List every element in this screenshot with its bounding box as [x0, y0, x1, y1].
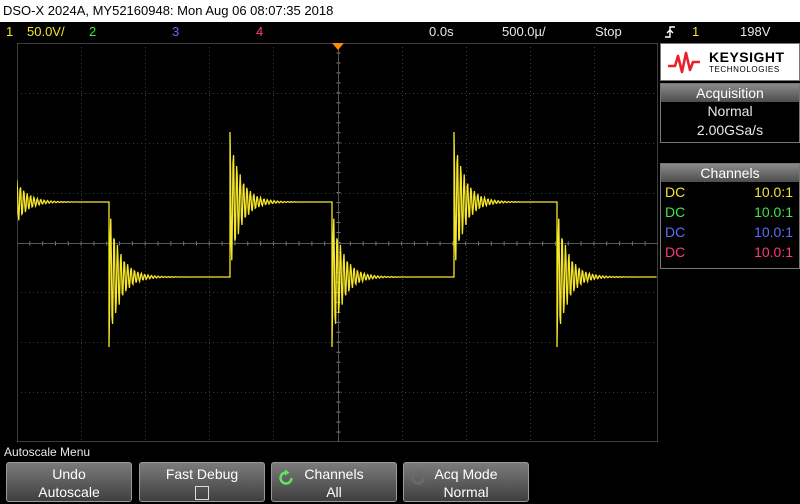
channels-selector-button[interactable]: Channels All [271, 462, 397, 502]
brand-name: KEYSIGHT [709, 49, 785, 65]
keysight-wave-icon [668, 51, 700, 74]
channels-panel: Channels DC 10.0:1 DC 10.0:1 DC 10.0:1 D… [660, 163, 800, 269]
menu-title: Autoscale Menu [0, 444, 800, 461]
channel-3-coupling: DC [665, 224, 686, 240]
window-title-bar: DSO-X 2024A, MY52160948: Mon Aug 06 08:0… [0, 0, 800, 22]
softkey-3-line1: Channels [304, 466, 364, 482]
time-scale[interactable]: 500.0µ/ [502, 22, 546, 42]
time-delay[interactable]: 0.0s [429, 22, 454, 42]
brand-logo: KEYSIGHT TECHNOLOGIES [660, 43, 800, 81]
acquisition-header: Acquisition [661, 84, 799, 102]
channel-1-probe-ratio: 10.0:1 [754, 184, 793, 200]
channel-4-row: DC 10.0:1 [661, 242, 799, 262]
fast-debug-checkbox[interactable] [195, 486, 209, 500]
window-title: DSO-X 2024A, MY52160948: Mon Aug 06 08:0… [3, 3, 334, 18]
softkey-4-line1: Acq Mode [434, 466, 498, 482]
channel-3-row: DC 10.0:1 [661, 222, 799, 242]
acquisition-mode: Normal [707, 103, 753, 119]
status-bar: 1 50.0V/ 2 3 4 0.0s 500.0µ/ Stop 1 198V [0, 22, 800, 42]
trigger-source[interactable]: 1 [692, 22, 699, 42]
channel-2-coupling: DC [665, 204, 686, 220]
sample-rate: 2.00GSa/s [696, 122, 764, 138]
trigger-level[interactable]: 198V [740, 22, 770, 42]
channel-4-probe-ratio: 10.0:1 [754, 244, 793, 260]
softkey-1-line2: Autoscale [38, 484, 100, 500]
channel-2-row: DC 10.0:1 [661, 202, 799, 222]
undo-autoscale-button[interactable]: Undo Autoscale [6, 462, 132, 502]
channel-1-scale[interactable]: 50.0V/ [27, 22, 65, 42]
acq-mode-button[interactable]: Acq Mode Normal [403, 462, 529, 502]
side-panel: KEYSIGHT TECHNOLOGIES Acquisition Normal… [660, 43, 800, 443]
channel-1-number[interactable]: 1 [6, 22, 13, 42]
channel-3-number[interactable]: 3 [172, 22, 179, 42]
channel-4-coupling: DC [665, 244, 686, 260]
acquisition-panel: Acquisition Normal 2.00GSa/s [660, 83, 800, 143]
rotate-knob-disabled-icon [411, 469, 425, 485]
channel-2-probe-ratio: 10.0:1 [754, 204, 793, 220]
channel-3-probe-ratio: 10.0:1 [754, 224, 793, 240]
rotate-knob-icon [279, 469, 293, 485]
softkey-1-line1: Undo [52, 466, 86, 482]
channel-1-coupling: DC [665, 184, 686, 200]
brand-subtitle: TECHNOLOGIES [709, 65, 780, 74]
channel-1-row: DC 10.0:1 [661, 182, 799, 202]
run-state[interactable]: Stop [595, 22, 622, 42]
waveform-display[interactable]: T 1 [17, 43, 658, 442]
channel-2-number[interactable]: 2 [89, 22, 96, 42]
softkey-2-line1: Fast Debug [165, 466, 239, 482]
fast-debug-button[interactable]: Fast Debug [139, 462, 265, 502]
channels-header: Channels [661, 164, 799, 182]
channel-4-number[interactable]: 4 [256, 22, 263, 42]
